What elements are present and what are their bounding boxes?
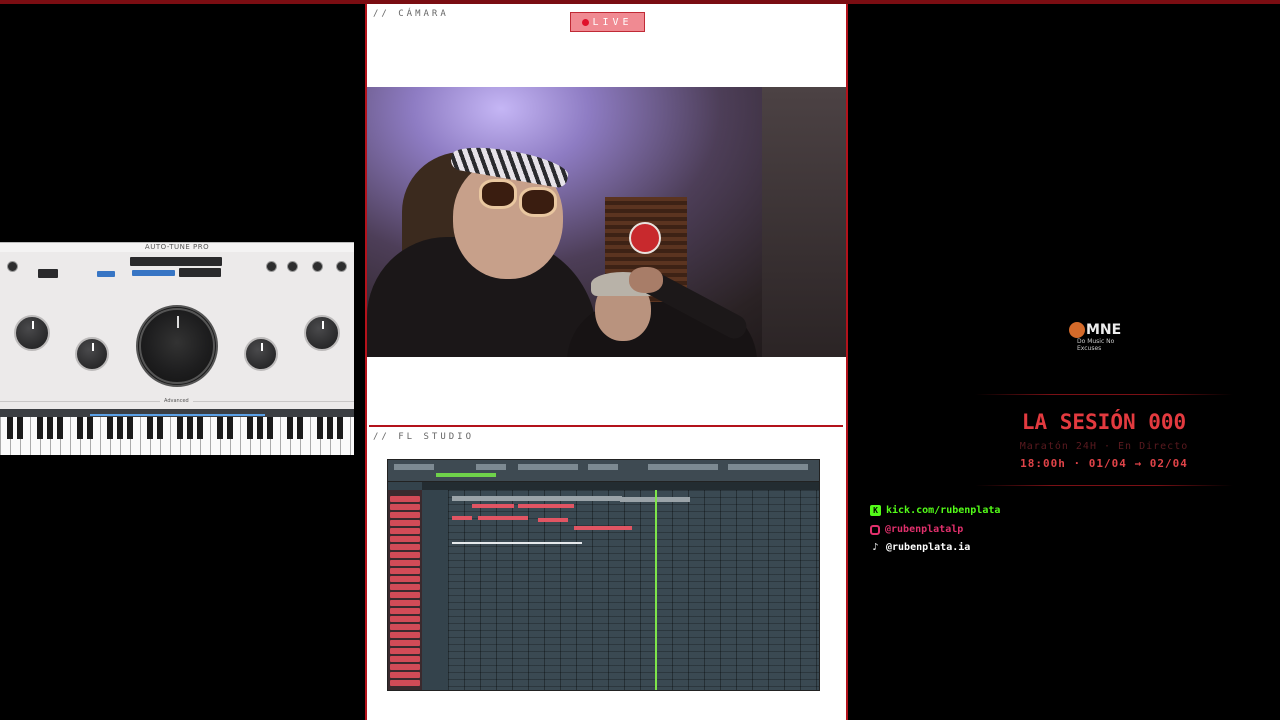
formant-knob[interactable] (266, 261, 277, 272)
fl-master-meter (436, 473, 496, 477)
learn-button[interactable] (38, 269, 58, 278)
advanced-toggle[interactable]: Advanced (160, 398, 193, 404)
retune-speed-knob[interactable] (14, 315, 50, 351)
kick-icon: K (870, 505, 881, 516)
fl-channel-rack[interactable] (388, 490, 422, 690)
mne-logo-mark: MNE (1069, 322, 1139, 338)
mne-logo: MNE Do Music No Excuses (1069, 322, 1139, 352)
social-instagram[interactable]: @rubenplatalp (870, 524, 963, 535)
camera-section-label: // CÁMARA (373, 9, 449, 19)
logo-text: MNE (1086, 322, 1122, 338)
fl-toolbar[interactable] (388, 460, 819, 482)
fl-clip[interactable] (452, 542, 582, 544)
social-tiktok[interactable]: ♪ @rubenplata.ia (870, 542, 970, 553)
fl-clip[interactable] (452, 496, 622, 501)
session-date: 18:00h · 01/04 → 02/04 (1020, 457, 1188, 470)
live-dot-icon (582, 18, 590, 26)
graph-mode-tab[interactable] (179, 268, 221, 277)
throat-knob[interactable] (287, 261, 298, 272)
fl-playhead[interactable] (655, 490, 657, 690)
center-stream-column: // CÁMARA LIVE // FL STUDIO (365, 4, 848, 720)
keyboard-range-bar[interactable] (90, 414, 265, 416)
pitch-correction-main-knob[interactable] (136, 305, 218, 387)
fl-clip[interactable] (548, 504, 574, 508)
session-subtitle: Maratón 24H · En Directo (1019, 441, 1189, 452)
logo-subtitle: Do Music No Excuses (1077, 338, 1115, 352)
mix-knob[interactable] (336, 261, 347, 272)
logo-circle-icon (1069, 322, 1085, 338)
fl-clip[interactable] (574, 526, 632, 530)
wall-clock (629, 222, 661, 254)
natural-vibrato-knob[interactable] (244, 337, 278, 371)
fl-playlist-grid[interactable] (448, 490, 819, 690)
auto-mode-tab[interactable] (132, 270, 175, 276)
webcam-feed (367, 87, 846, 357)
input-type-knob[interactable] (7, 261, 18, 272)
session-title: LA SESIÓN 000 (1021, 410, 1187, 434)
fl-studio-window (387, 459, 820, 691)
fl-clip[interactable] (472, 504, 514, 508)
transpose-knob[interactable] (312, 261, 323, 272)
title-divider-top (975, 394, 1233, 395)
title-divider-bottom (975, 485, 1233, 486)
fl-studio-section-label: // FL STUDIO (373, 432, 475, 442)
plugin-title: AUTO-TUNE PRO (0, 243, 354, 252)
fl-clip[interactable] (478, 516, 528, 520)
auto-key-button[interactable] (97, 271, 115, 277)
social-kick[interactable]: K kick.com/rubenplata (870, 505, 1000, 516)
tiktok-icon: ♪ (872, 542, 879, 553)
flex-tune-knob[interactable] (75, 337, 109, 371)
person-2-hand (629, 267, 663, 293)
key-display[interactable] (130, 257, 222, 266)
live-badge: LIVE (570, 12, 645, 32)
instagram-icon (870, 524, 880, 535)
social-instagram-text[interactable]: @rubenplatalp (885, 524, 963, 535)
background-wall (762, 87, 846, 357)
piano-keyboard[interactable] (0, 417, 354, 455)
fl-timeline-ruler[interactable] (422, 482, 819, 490)
autotune-plugin-window: AUTO-TUNE PRO Advanced (0, 242, 354, 455)
live-label: LIVE (592, 16, 633, 28)
humanize-knob[interactable] (304, 315, 340, 351)
person-1-glasses-left (479, 179, 517, 209)
fl-clip[interactable] (538, 518, 568, 522)
fl-clip[interactable] (452, 516, 472, 520)
social-tiktok-text[interactable]: @rubenplata.ia (886, 542, 970, 553)
person-1-glasses-right (519, 187, 557, 217)
social-kick-text[interactable]: kick.com/rubenplata (886, 505, 1000, 516)
section-divider (369, 425, 843, 427)
